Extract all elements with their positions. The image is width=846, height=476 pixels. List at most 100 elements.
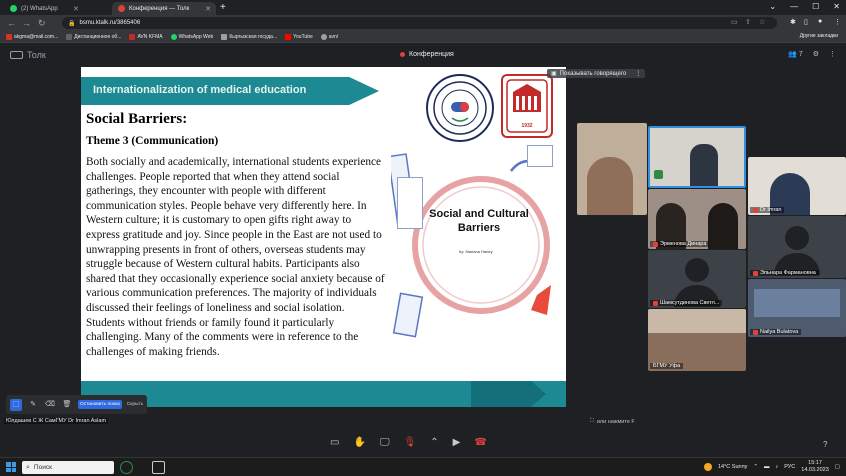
bookmark-star-icon[interactable]: ☆ (759, 18, 765, 26)
app-header: Толк Конференция 👥 7 ⚙ ⋮ (0, 44, 846, 66)
people-icon: 👥 (788, 51, 797, 58)
mic-muted-icon (653, 300, 658, 306)
weather-icon (703, 462, 712, 471)
participants-button[interactable]: 👥 7 (788, 50, 803, 58)
video-tile[interactable]: БГМУ Уфа (648, 309, 746, 371)
globe-icon (320, 33, 327, 40)
bookmark-item[interactable]: Кыргызская госуда... (221, 33, 277, 40)
raise-hand-icon[interactable]: ✋ (353, 437, 365, 448)
participant-name: Nailya Bulatova (750, 329, 802, 335)
chevron-down-icon[interactable]: ⌄ (769, 2, 776, 11)
tolk-icon (118, 5, 125, 12)
tab-conference[interactable]: Конференция — Толк ✕ (112, 2, 216, 15)
new-tab-button[interactable]: + (220, 2, 226, 13)
video-tile[interactable]: Nailya Bulatova (748, 279, 846, 337)
chat-icon[interactable]: ▭ (330, 437, 339, 448)
cast-icon[interactable]: ▭ (731, 18, 738, 26)
participant-name: БГМУ Уфа (650, 363, 684, 369)
page-icon (66, 33, 73, 40)
bookmark-item[interactable]: AVN KFMA (129, 33, 163, 40)
university-seal-logo (426, 74, 494, 142)
mic-muted-icon[interactable]: 🎙 (404, 437, 417, 448)
annotation-toolbar: ⬚ ✎ ⌫ 🗑 Остановить показ Скрыть (6, 395, 148, 414)
windows-start-icon[interactable] (6, 462, 16, 472)
volume-icon[interactable]: ♪ (776, 464, 779, 470)
help-icon[interactable]: ? (823, 440, 827, 449)
minimize-icon[interactable]: — (790, 2, 798, 11)
clock[interactable]: 15:17 14.03.2023 (801, 460, 829, 473)
video-tile[interactable] (577, 123, 647, 215)
show-speaker-toggle[interactable]: ▣ Показывать говорящего ⋮ (547, 69, 646, 78)
camera-icon[interactable]: ▶ (453, 437, 461, 448)
video-tile[interactable]: Эрменова Динара (648, 189, 746, 249)
tab-whatsapp[interactable]: (2) WhatsApp ✕ (4, 2, 84, 15)
fullscreen-hint[interactable]: ⛶ или нажмите F (590, 418, 635, 425)
bookmark-item[interactable]: Дистанционное об... (66, 33, 121, 40)
hide-button[interactable]: Скрыть (127, 402, 143, 407)
close-icon[interactable]: ✕ (73, 5, 79, 13)
settings-icon[interactable]: ⚙ (813, 50, 819, 58)
browser-tab-strip: (2) WhatsApp ✕ Конференция — Толк ✕ + ⌄ … (0, 0, 846, 15)
more-icon[interactable]: ⋮ (829, 50, 836, 58)
participant-name: Эрменова Динара (650, 241, 710, 247)
notification-icon[interactable]: ▢ (835, 464, 840, 470)
app-launcher-icon[interactable] (120, 461, 133, 474)
chevron-up-icon[interactable]: ⌃ (753, 464, 758, 470)
mail-icon (6, 33, 12, 40)
taskbar-search[interactable]: ⌕ Поиск (22, 461, 114, 474)
other-bookmarks[interactable]: Другие закладки (800, 33, 838, 39)
conference-title: Конференция (400, 51, 454, 58)
forward-icon[interactable]: → (22, 18, 31, 28)
lock-icon: 🔒 (68, 20, 76, 27)
bookmark-item[interactable]: YouTube (285, 33, 313, 40)
trash-icon[interactable]: 🗑 (61, 399, 73, 411)
chevron-up-icon[interactable]: ⌃ (430, 437, 438, 448)
stop-sharing-button[interactable]: Остановить показ (78, 400, 122, 409)
social-cultural-barriers-diagram (391, 153, 551, 338)
video-tile[interactable]: Шамсутдинова Светл... (648, 250, 746, 308)
task-view-icon[interactable] (152, 461, 165, 474)
whatsapp-icon (10, 5, 17, 12)
participant-name: Эльнара Фармановна (750, 270, 819, 276)
sidebar-icon[interactable]: ▯ (804, 18, 808, 26)
speaker-view-icon: ▣ (551, 71, 557, 77)
participant-name: Шамсутдинова Светл... (650, 300, 723, 306)
close-window-icon[interactable]: ✕ (833, 2, 840, 11)
slide-heading: Social Barriers: (86, 111, 188, 127)
bookmark-item[interactable]: WhatsApp Web (170, 33, 213, 40)
slide-footer (81, 381, 566, 407)
language-indicator[interactable]: РУС (784, 464, 795, 470)
conference-app: Толк Конференция 👥 7 ⚙ ⋮ Internationaliz… (0, 44, 846, 455)
video-tile[interactable]: Эльнара Фармановна (748, 216, 846, 278)
app-logo[interactable]: Толк (10, 50, 46, 60)
video-tile[interactable]: Dr Imran (748, 157, 846, 215)
eraser-icon[interactable]: ⌫ (44, 399, 56, 411)
address-bar[interactable]: 🔒 bsmu.ktalk.ru/3865406 (62, 17, 777, 29)
pointer-icon[interactable]: ⬚ (10, 398, 22, 411)
slide-banner: Internationalization of medical educatio… (81, 77, 379, 105)
reload-icon[interactable]: ↻ (38, 18, 46, 29)
bookmark-item[interactable]: avn/ (320, 33, 338, 40)
network-icon[interactable]: ▬ (764, 464, 770, 470)
participant-video (708, 203, 738, 249)
end-call-icon[interactable]: ☎ (474, 437, 486, 448)
pen-icon[interactable]: ✎ (27, 399, 39, 411)
mic-muted-icon (753, 329, 758, 335)
close-icon[interactable]: ✕ (205, 5, 211, 13)
slide-body-text: Both socially and academically, internat… (86, 156, 385, 358)
menu-icon[interactable]: ⋮ (834, 18, 841, 26)
bookmark-item[interactable]: akgma@mail.com... (6, 33, 58, 40)
video-tile-active-speaker[interactable] (648, 126, 746, 188)
browser-toolbar: ← → ↻ 🔒 bsmu.ktalk.ru/3865406 ▭ ⇪ ☆ ✱ ▯ … (0, 15, 846, 31)
shared-presentation: Internationalization of medical educatio… (81, 67, 566, 407)
screen-share-icon[interactable]: 🖵 (380, 437, 390, 448)
extensions-icon[interactable]: ✱ (790, 18, 796, 26)
maximize-icon[interactable]: ☐ (812, 2, 819, 11)
back-icon[interactable]: ← (7, 18, 16, 28)
participant-video (690, 144, 718, 186)
profile-icon[interactable]: ● (818, 18, 822, 25)
header-actions: 👥 7 ⚙ ⋮ (788, 50, 836, 58)
share-icon[interactable]: ⇪ (745, 18, 751, 26)
more-icon[interactable]: ⋮ (635, 70, 641, 77)
tab-label: (2) WhatsApp (21, 5, 58, 12)
